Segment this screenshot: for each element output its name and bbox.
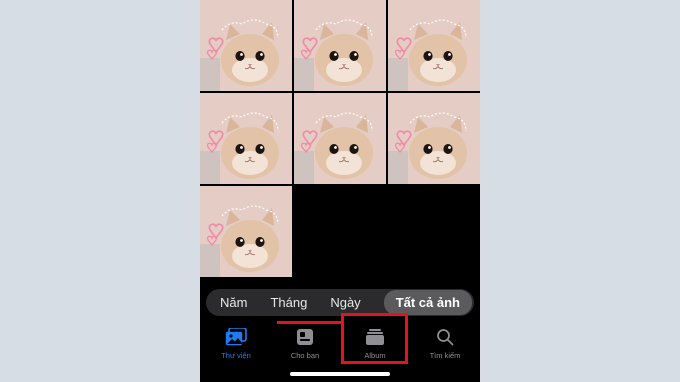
photo-thumbnail[interactable] bbox=[388, 93, 480, 184]
view-segmented-control: Năm Tháng Ngày Tất cả ảnh bbox=[206, 289, 474, 316]
segment-all-photos[interactable]: Tất cả ảnh bbox=[383, 290, 472, 315]
segment-day[interactable]: Ngày bbox=[330, 295, 360, 310]
photo-thumbnail[interactable] bbox=[388, 0, 480, 91]
for-you-icon bbox=[296, 327, 314, 347]
photo-thumbnail[interactable] bbox=[200, 93, 292, 184]
segment-month[interactable]: Tháng bbox=[270, 295, 307, 310]
tab-search[interactable]: Tìm kiếm bbox=[417, 324, 473, 364]
photo-thumbnail[interactable] bbox=[294, 0, 386, 91]
tab-library[interactable]: Thư viện bbox=[208, 324, 264, 364]
tab-for-you-label: Cho bạn bbox=[290, 351, 320, 360]
segment-year[interactable]: Năm bbox=[220, 295, 247, 310]
home-indicator[interactable] bbox=[290, 372, 390, 376]
tab-bar: Thư viện Cho bạn Album Tìm kiếm bbox=[200, 324, 480, 364]
photo-thumbnail[interactable] bbox=[200, 0, 292, 91]
tab-for-you[interactable]: Cho bạn bbox=[277, 324, 333, 364]
annotation-highlight-box bbox=[341, 313, 408, 364]
phone-screen: Năm Tháng Ngày Tất cả ảnh Thư viện Cho b… bbox=[200, 0, 480, 382]
photo-thumbnail[interactable] bbox=[294, 93, 386, 184]
tab-search-label: Tìm kiếm bbox=[429, 351, 461, 360]
photo-thumbnail[interactable] bbox=[200, 186, 292, 277]
tab-library-label: Thư viện bbox=[221, 351, 251, 360]
photos-library-icon bbox=[225, 327, 247, 347]
search-icon bbox=[436, 327, 454, 347]
photo-grid bbox=[200, 0, 480, 277]
